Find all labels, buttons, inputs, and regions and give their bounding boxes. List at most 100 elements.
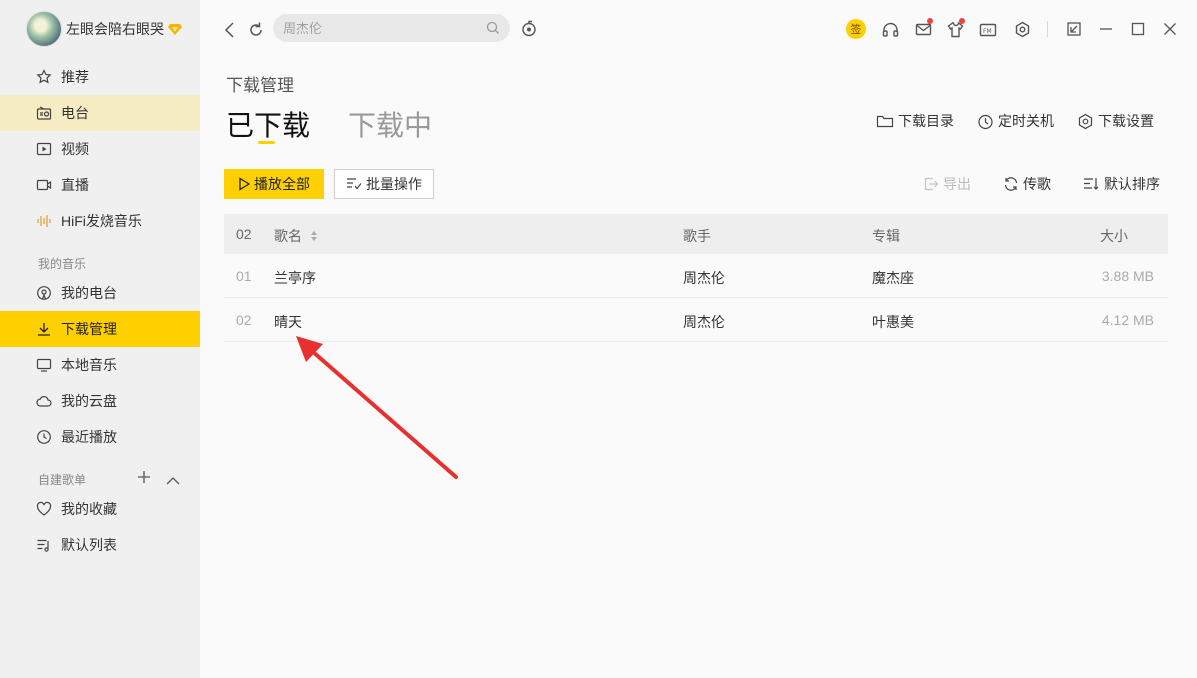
sidebar: 左眼会陪右眼哭 推荐 电台 视频 直播 HiFi发烧音乐 我的音乐 我的电台 下… <box>0 0 200 678</box>
sidebar-item-live[interactable]: 直播 <box>0 167 200 203</box>
sidebar-item-video[interactable]: 视频 <box>0 131 200 167</box>
download-icon <box>36 321 52 337</box>
column-artist-header: 歌手 <box>683 228 711 244</box>
diamond-icon <box>168 24 182 35</box>
close-icon[interactable] <box>1161 20 1179 38</box>
maximize-icon[interactable] <box>1129 20 1147 38</box>
user-profile[interactable]: 左眼会陪右眼哭 <box>26 11 182 47</box>
download-settings-label: 下载设置 <box>1098 113 1154 129</box>
song-album[interactable]: 叶惠美 <box>872 312 914 332</box>
search-box[interactable] <box>273 14 510 42</box>
playlist-icon <box>36 537 52 553</box>
sidebar-item-local-music[interactable]: 本地音乐 <box>0 347 200 383</box>
song-size: 4.12 MB <box>1101 312 1154 328</box>
sidebar-item-my-radio[interactable]: 我的电台 <box>0 275 200 311</box>
chevron-up-icon[interactable] <box>166 471 180 489</box>
transfer-songs-label: 传歌 <box>1023 176 1051 192</box>
folder-icon <box>876 113 894 129</box>
username[interactable]: 左眼会陪右眼哭 <box>66 19 164 39</box>
transfer-songs-button[interactable]: 传歌 <box>1003 174 1051 194</box>
heart-icon <box>36 501 52 517</box>
sidebar-item-label: 我的收藏 <box>61 501 117 517</box>
column-title-header[interactable]: 歌名 <box>274 226 318 246</box>
sidebar-item-label: 下载管理 <box>61 321 117 337</box>
sidebar-item-favorites[interactable]: 我的收藏 <box>0 491 200 527</box>
column-album-header: 专辑 <box>872 228 900 244</box>
batch-operation-label: 批量操作 <box>366 176 422 192</box>
sidebar-item-label: 推荐 <box>61 69 89 85</box>
play-all-label: 播放全部 <box>254 176 310 192</box>
sort-button[interactable]: 默认排序 <box>1083 174 1160 194</box>
sidebar-item-hifi[interactable]: HiFi发烧音乐 <box>0 203 200 239</box>
sort-label: 默认排序 <box>1104 176 1160 192</box>
play-icon <box>238 177 250 191</box>
sidebar-item-label: HiFi发烧音乐 <box>61 213 142 229</box>
podcast-icon <box>36 285 52 301</box>
sidebar-item-label: 默认列表 <box>61 537 117 553</box>
cloud-icon <box>36 393 52 409</box>
download-folder-button[interactable]: 下载目录 <box>876 110 954 132</box>
song-album[interactable]: 魔杰座 <box>872 268 914 288</box>
export-button[interactable]: 导出 <box>923 174 971 194</box>
refresh-icon[interactable] <box>247 20 265 40</box>
song-size: 3.88 MB <box>1101 268 1154 284</box>
sidebar-item-recent[interactable]: 最近播放 <box>0 419 200 455</box>
star-icon <box>36 69 52 85</box>
export-icon <box>923 176 939 192</box>
add-playlist-icon[interactable] <box>137 469 151 487</box>
song-title[interactable]: 兰亭序 <box>274 268 316 288</box>
mini-mode-icon[interactable] <box>1065 20 1083 38</box>
search-input[interactable] <box>283 14 483 42</box>
song-recognize-icon[interactable] <box>520 20 538 38</box>
row-number: 02 <box>236 312 252 328</box>
clock-icon <box>36 429 52 445</box>
batch-operation-button[interactable]: 批量操作 <box>334 169 434 199</box>
tab-active-indicator <box>258 141 275 144</box>
sidebar-item-recommend[interactable]: 推荐 <box>0 59 200 95</box>
column-size-header: 大小 <box>1100 228 1128 244</box>
settings-icon[interactable] <box>1013 20 1031 38</box>
search-icon[interactable] <box>486 21 500 35</box>
sync-icon <box>1003 176 1019 192</box>
timer-icon <box>977 113 994 130</box>
notification-dot <box>927 18 933 24</box>
download-settings-button[interactable]: 下载设置 <box>1077 110 1154 132</box>
sidebar-item-cloud[interactable]: 我的云盘 <box>0 383 200 419</box>
sort-arrows-icon <box>310 231 317 241</box>
table-row[interactable]: 02 晴天 周杰伦 叶惠美 4.12 MB <box>224 298 1168 342</box>
sidebar-item-label: 最近播放 <box>61 429 117 445</box>
sidebar-item-radio[interactable]: 电台 <box>0 95 200 131</box>
back-icon[interactable] <box>222 20 238 40</box>
sidebar-item-label: 视频 <box>61 141 89 157</box>
sign-in-badge[interactable]: 签 <box>846 19 866 39</box>
headphones-icon[interactable] <box>881 20 899 38</box>
song-artist[interactable]: 周杰伦 <box>683 312 725 332</box>
fm-radio-icon[interactable]: FM <box>979 20 997 38</box>
timer-shutdown-label: 定时关机 <box>998 113 1054 129</box>
avatar[interactable] <box>26 11 62 47</box>
column-title-label: 歌名 <box>274 228 302 244</box>
sidebar-item-default-list[interactable]: 默认列表 <box>0 527 200 563</box>
sidebar-item-label: 本地音乐 <box>61 357 117 373</box>
tab-downloaded[interactable]: 已下载 <box>226 104 310 144</box>
settings-hex-icon <box>1077 113 1094 130</box>
song-artist[interactable]: 周杰伦 <box>683 268 725 288</box>
sidebar-item-downloads[interactable]: 下载管理 <box>0 311 200 347</box>
section-title-playlists: 自建歌单 <box>38 473 87 487</box>
sidebar-item-label: 电台 <box>61 105 89 121</box>
play-all-button[interactable]: 播放全部 <box>224 169 324 199</box>
sidebar-item-label: 直播 <box>61 177 89 193</box>
section-title-my-music: 我的音乐 <box>38 257 87 271</box>
sidebar-item-label: 我的电台 <box>61 285 117 301</box>
minimize-icon[interactable] <box>1097 20 1115 38</box>
tab-downloading[interactable]: 下载中 <box>348 104 432 144</box>
row-number: 01 <box>236 268 252 284</box>
timer-shutdown-button[interactable]: 定时关机 <box>977 110 1054 132</box>
page-title: 下载管理 <box>226 76 294 95</box>
table-row[interactable]: 01 兰亭序 周杰伦 魔杰座 3.88 MB <box>224 254 1168 298</box>
song-title[interactable]: 晴天 <box>274 312 302 332</box>
sidebar-item-label: 我的云盘 <box>61 393 117 409</box>
live-camera-icon <box>36 177 52 193</box>
batch-list-icon <box>346 177 362 191</box>
song-count: 02 <box>236 226 252 242</box>
